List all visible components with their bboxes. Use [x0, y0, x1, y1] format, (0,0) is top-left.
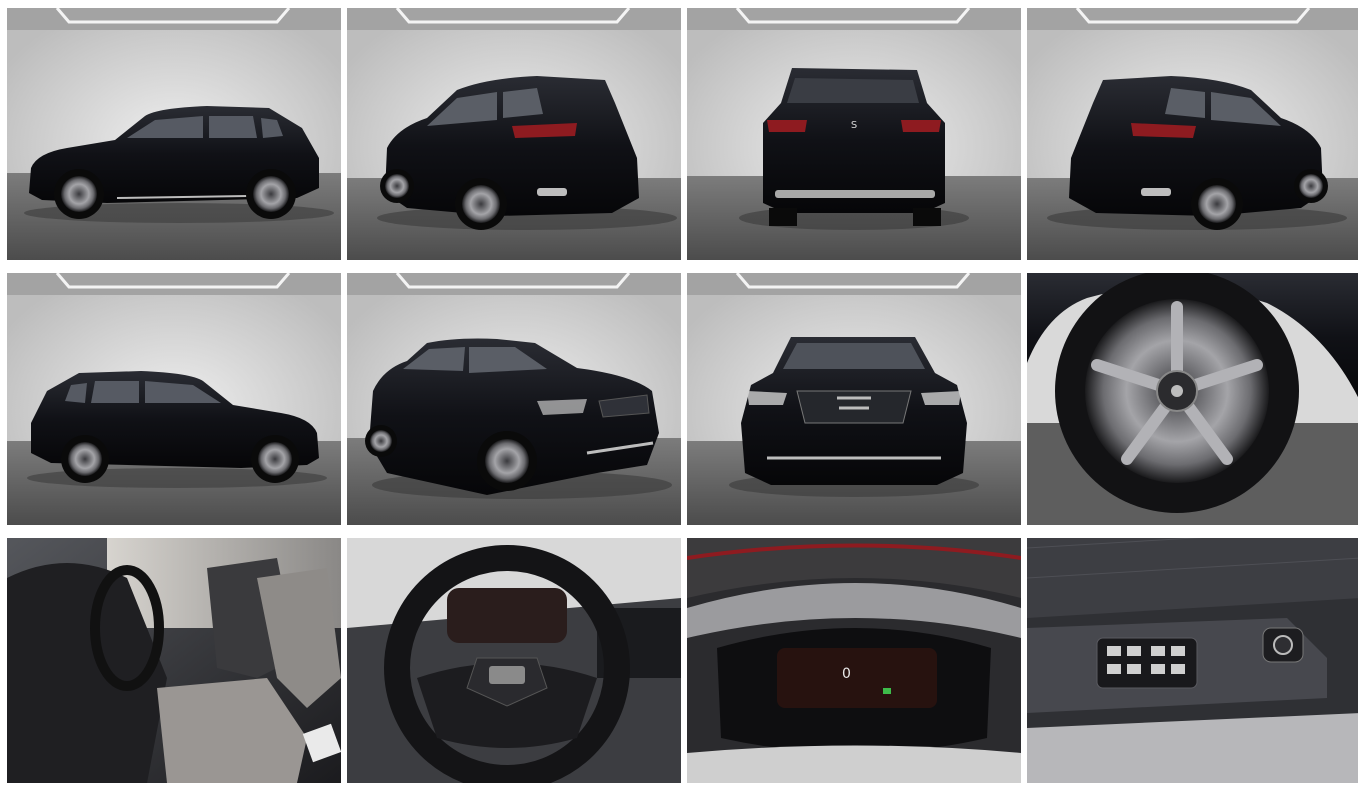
gallery-photo-rear-right[interactable]: rear-right-three-quarter [1027, 8, 1358, 260]
gallery-photo-side-right[interactable]: side-right [7, 273, 341, 525]
photo-gallery: side-left rear-left-three-quarter [7, 8, 1358, 783]
door-switches-image [1027, 538, 1358, 783]
rear-brand-badge: S [851, 120, 857, 131]
car-side-left-image [7, 8, 341, 260]
speed-readout: 0 [842, 666, 851, 682]
car-front-image [687, 273, 1021, 525]
car-rear-right-image [1027, 8, 1358, 260]
car-rear-left-image [347, 8, 681, 260]
car-side-right-image [7, 273, 341, 525]
wheel-closeup-image [1027, 273, 1358, 525]
car-rear-image: S [687, 8, 1021, 260]
gallery-photo-door-switches[interactable]: door-window-switches [1027, 538, 1358, 783]
gallery-photo-front[interactable]: front [687, 273, 1021, 525]
instrument-cluster-image: 0 [687, 538, 1021, 783]
steering-wheel-image [347, 538, 681, 783]
gallery-photo-side-left[interactable]: side-left [7, 8, 341, 260]
gallery-photo-interior[interactable]: interior-front-seats [7, 538, 341, 783]
interior-seats-image [7, 538, 341, 783]
gallery-photo-rear-left[interactable]: rear-left-three-quarter [347, 8, 681, 260]
car-front-left-image [347, 273, 681, 525]
gallery-photo-instrument-cluster[interactable]: 0 instrument-cluster [687, 538, 1021, 783]
gallery-photo-front-left[interactable]: front-left-three-quarter [347, 273, 681, 525]
gallery-photo-rear[interactable]: S rear [687, 8, 1021, 260]
gallery-photo-steering-wheel[interactable]: steering-wheel [347, 538, 681, 783]
gallery-photo-wheel[interactable]: wheel-closeup [1027, 273, 1358, 525]
